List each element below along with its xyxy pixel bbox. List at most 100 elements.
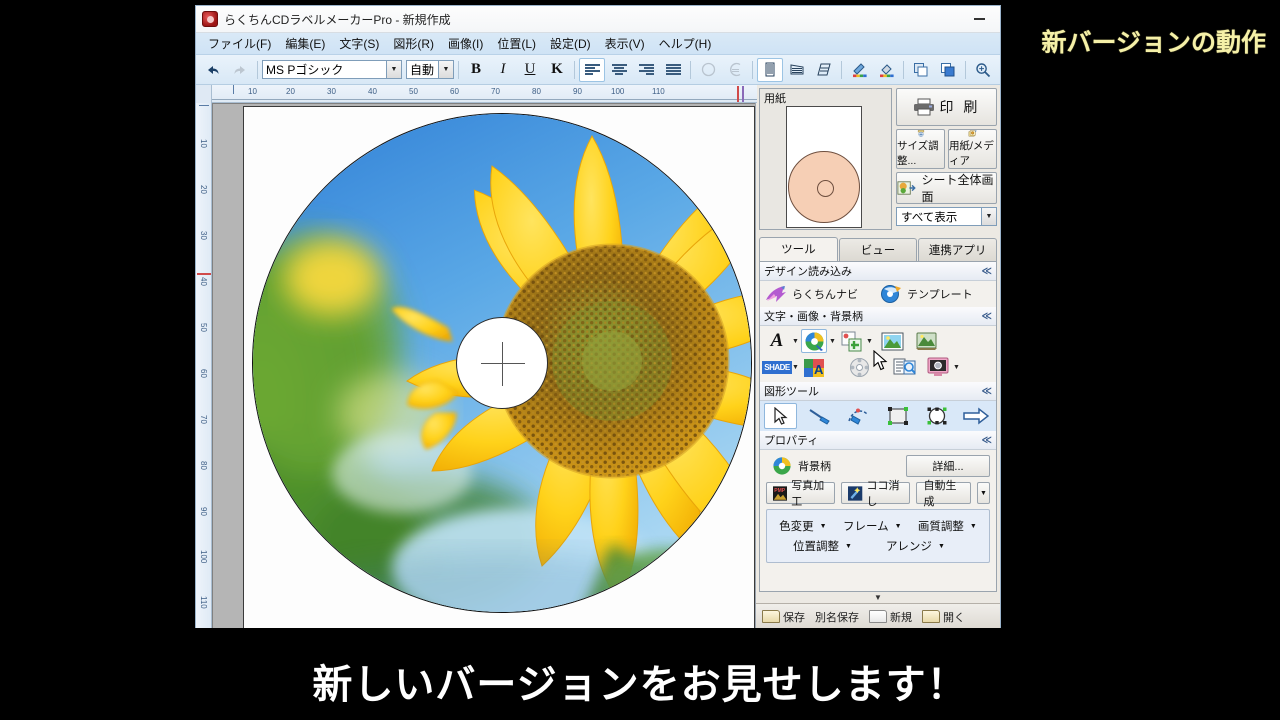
display-filter-select[interactable]: すべて表示 ▼ [896, 207, 997, 226]
menu-image[interactable]: 画像(I) [441, 33, 490, 54]
pen-color-icon[interactable] [846, 58, 872, 82]
photo-frame-icon[interactable] [913, 329, 939, 353]
open-button[interactable]: 開く [922, 609, 965, 625]
canvas-scroll-region[interactable] [213, 104, 755, 628]
menu-help[interactable]: ヘルプ(H) [652, 33, 719, 54]
arrow-shape-icon[interactable] [959, 403, 992, 429]
ruler-v-tick: 10 [199, 139, 208, 148]
chevron-down-icon[interactable]: ▼ [820, 523, 827, 530]
paper-preview[interactable]: 用紙 [759, 88, 892, 230]
erase-button[interactable]: ココ消し [841, 480, 911, 508]
minimize-button[interactable] [958, 6, 1000, 32]
chevron-up-icon[interactable]: ≪ [982, 386, 992, 397]
curve-tool-icon[interactable] [842, 403, 875, 429]
horizontal-ruler[interactable]: 10 20 30 40 50 60 70 80 90 100 110 [196, 85, 757, 103]
chevron-down-icon[interactable]: ▼ [790, 329, 801, 353]
tab-linked-apps[interactable]: 連携アプリ [918, 238, 998, 261]
arrange-menu[interactable]: アレンジ ▼ [886, 538, 945, 554]
page-sheet[interactable] [243, 106, 755, 628]
panel-collapse-handle[interactable]: ▼ [756, 592, 1000, 603]
chevron-down-icon[interactable]: ▼ [386, 61, 401, 78]
font-size-combo[interactable]: 自動 ▼ [406, 60, 454, 79]
menu-view[interactable]: 表示(V) [598, 33, 652, 54]
detail-button[interactable]: 詳細... [906, 455, 990, 477]
shade-icon[interactable]: SHADE [762, 355, 792, 379]
ellipse-tool-icon[interactable] [920, 403, 953, 429]
menu-text[interactable]: 文字(S) [332, 33, 386, 54]
cd-label-object[interactable] [252, 113, 752, 613]
chevron-down-icon[interactable]: ▼ [938, 543, 945, 550]
section-header-text-image-bg[interactable]: 文字・画像・背景柄 ≪ [760, 307, 996, 326]
word-art-icon[interactable]: A [801, 355, 827, 379]
bold-button[interactable]: B [463, 58, 489, 82]
section-header-design-load[interactable]: デザイン読み込み ≪ [760, 262, 996, 281]
chevron-down-icon[interactable]: ▼ [845, 543, 852, 550]
menu-file[interactable]: ファイル(F) [201, 33, 278, 54]
list-preview-icon[interactable] [891, 355, 917, 379]
vertical-text-icon[interactable] [757, 57, 783, 82]
italic-button[interactable]: I [490, 58, 516, 82]
align-center-icon[interactable] [606, 58, 632, 82]
new-button[interactable]: 新規 [869, 609, 912, 625]
chevron-down-icon[interactable]: ▼ [895, 523, 902, 530]
circle-text-icon[interactable] [695, 58, 721, 82]
font-family-combo[interactable]: MS Pゴシック ▼ [262, 60, 402, 79]
chevron-up-icon[interactable]: ≪ [982, 311, 992, 322]
send-to-back-icon[interactable] [935, 58, 961, 82]
template-button[interactable]: テンプレート [880, 284, 973, 304]
chevron-down-icon[interactable]: ▼ [790, 355, 801, 379]
size-adjust-button[interactable]: サイズ調整... [896, 129, 945, 169]
save-as-button[interactable]: 別名保存 [815, 609, 859, 625]
align-right-icon[interactable] [633, 58, 659, 82]
chevron-down-icon[interactable]: ▼ [981, 208, 996, 225]
menu-position[interactable]: 位置(L) [490, 33, 543, 54]
chevron-up-icon[interactable]: ≪ [982, 266, 992, 277]
text-tool-icon[interactable]: A [764, 329, 790, 353]
section-header-shape-tools[interactable]: 図形ツール ≪ [760, 382, 996, 401]
menu-settings[interactable]: 設定(D) [543, 33, 598, 54]
undo-icon[interactable] [200, 58, 226, 82]
frame-menu[interactable]: フレーム ▼ [843, 518, 902, 534]
image-quality-menu[interactable]: 画質調整 ▼ [918, 518, 977, 534]
fill-color-icon[interactable] [873, 58, 899, 82]
bring-to-front-icon[interactable] [908, 58, 934, 82]
rectangle-tool-icon[interactable] [881, 403, 914, 429]
redo-icon[interactable] [227, 58, 253, 82]
new-icon [869, 610, 887, 623]
paper-media-button[interactable]: 用紙/メディア [948, 129, 997, 169]
color-change-menu[interactable]: 色変更 ▼ [779, 518, 826, 534]
chevron-up-icon[interactable]: ≪ [982, 435, 992, 446]
menu-edit[interactable]: 編集(E) [278, 33, 332, 54]
chevron-down-icon[interactable]: ▼ [976, 482, 991, 504]
chevron-down-icon[interactable]: ▼ [827, 329, 838, 353]
tab-tools[interactable]: ツール [759, 237, 838, 262]
kerning-button[interactable]: K [544, 58, 570, 82]
rakuchin-navi-button[interactable]: らくちんナビ [764, 284, 876, 304]
align-left-icon[interactable] [579, 57, 605, 82]
underline-button[interactable]: U [517, 58, 543, 82]
line-tool-icon[interactable] [803, 403, 836, 429]
photo-edit-button[interactable]: PMP 写真加工 [766, 480, 836, 508]
tab-view[interactable]: ビュー [838, 238, 918, 261]
vertical-ruler[interactable]: 10 20 30 40 50 60 70 80 90 100 110 [196, 103, 212, 628]
chevron-down-icon[interactable]: ▼ [438, 61, 453, 78]
slant-text-icon-1[interactable] [784, 58, 810, 82]
menu-shape[interactable]: 図形(R) [386, 33, 441, 54]
disc-menu-icon[interactable] [846, 355, 872, 379]
background-pattern-icon[interactable] [801, 329, 827, 353]
save-button[interactable]: 保存 [762, 609, 805, 625]
arc-text-icon[interactable] [722, 58, 748, 82]
auto-generate-button[interactable]: 自動生成 [916, 480, 971, 508]
sheet-full-view-button[interactable]: シート全体画面 [896, 172, 997, 204]
print-button[interactable]: 印 刷 [896, 88, 997, 126]
align-justify-icon[interactable] [660, 58, 686, 82]
zoom-icon[interactable] [970, 58, 996, 82]
chevron-down-icon[interactable]: ▼ [970, 523, 977, 530]
slant-text-icon-2[interactable] [811, 58, 837, 82]
section-header-properties[interactable]: プロパティ ≪ [760, 431, 996, 450]
chevron-down-icon[interactable]: ▼ [951, 355, 962, 379]
screen-capture-icon[interactable] [925, 355, 951, 379]
select-arrow-icon[interactable] [764, 403, 797, 429]
clipart-icon[interactable] [838, 329, 864, 353]
position-adjust-menu[interactable]: 位置調整 ▼ [793, 538, 852, 554]
